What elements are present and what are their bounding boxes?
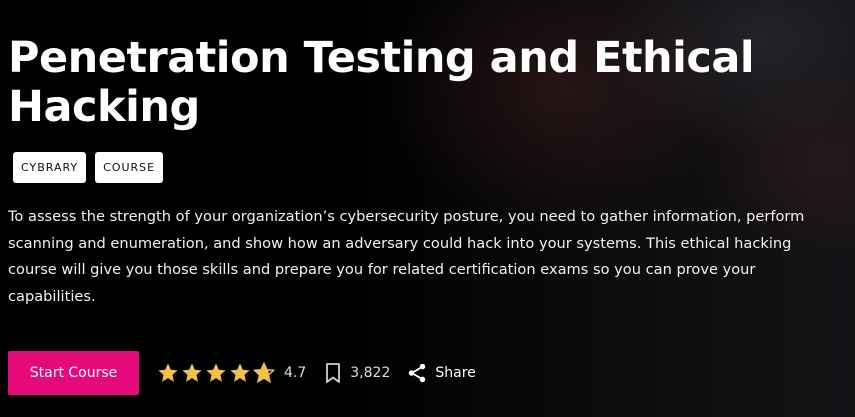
tag-type[interactable]: COURSE [95, 152, 164, 183]
bookmark-button[interactable]: 3,822 [324, 362, 390, 384]
star-icon [158, 363, 178, 382]
star-icon [206, 363, 226, 382]
star-icon [230, 363, 250, 382]
rating-stars [157, 362, 275, 384]
start-course-button[interactable]: Start Course [8, 351, 139, 395]
course-description: To assess the strength of your organizat… [8, 208, 805, 305]
share-label: Share [435, 365, 476, 381]
course-tags: CYBRARY COURSE [13, 152, 164, 183]
bookmark-count: 3,822 [350, 365, 391, 381]
star-icon [182, 363, 202, 382]
share-icon[interactable] [406, 362, 428, 384]
star-icon [253, 362, 275, 384]
tag-provider[interactable]: CYBRARY [13, 152, 87, 183]
rating-value: 4.7 [284, 365, 307, 381]
course-actions: Start Course 4.7 3,822 Share [8, 351, 476, 395]
course-title: Penetration Testing and Ethical Hacking [8, 33, 755, 132]
share-button[interactable]: Share [406, 362, 476, 384]
bookmark-icon[interactable] [324, 362, 342, 384]
